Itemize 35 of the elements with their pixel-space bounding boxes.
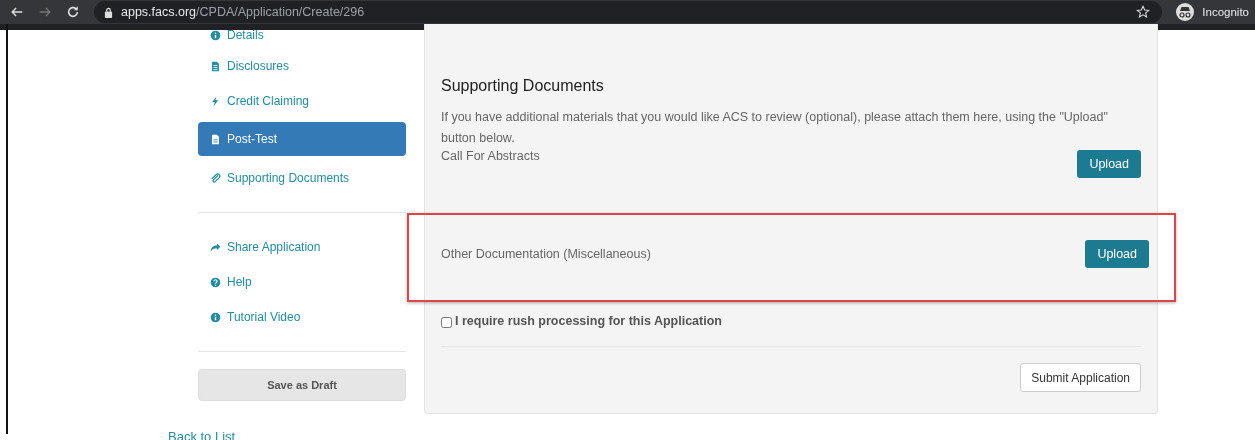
document-icon bbox=[210, 60, 221, 72]
sidebar-item[interactable]: Post-Test bbox=[198, 122, 406, 156]
upload-button[interactable]: Upload bbox=[1077, 150, 1141, 178]
help-icon bbox=[210, 276, 221, 288]
reload-icon[interactable] bbox=[66, 5, 80, 19]
address-bar[interactable]: apps.facs.org/CPDA/Application/Create/296 bbox=[94, 1, 1163, 23]
save-draft-button[interactable]: Save as Draft bbox=[198, 369, 406, 401]
document-label: Other Documentation (Miscellaneous) bbox=[441, 247, 651, 261]
incognito-icon[interactable] bbox=[1176, 3, 1195, 21]
sidebar-item[interactable]: Credit Claiming bbox=[198, 84, 406, 118]
paperclip-icon bbox=[210, 172, 221, 184]
sidebar-item[interactable]: Details bbox=[198, 24, 406, 48]
star-icon[interactable] bbox=[1136, 5, 1151, 19]
sidebar-item[interactable]: Supporting Documents bbox=[198, 161, 406, 195]
bolt-icon bbox=[210, 95, 221, 107]
sidebar-item[interactable]: Disclosures bbox=[198, 49, 406, 83]
share-icon bbox=[210, 241, 221, 253]
profile-label[interactable]: Incognito bbox=[1202, 6, 1249, 18]
info-icon bbox=[210, 311, 221, 323]
back-icon[interactable] bbox=[10, 5, 24, 19]
forward-icon[interactable] bbox=[38, 5, 52, 19]
rush-checkbox[interactable] bbox=[441, 316, 452, 328]
document-label: Call For Abstracts bbox=[441, 149, 540, 163]
url-text: apps.facs.org/CPDA/Application/Create/296 bbox=[121, 5, 366, 19]
lock-icon bbox=[104, 6, 113, 18]
sidebar-link[interactable]: Share Application bbox=[198, 230, 406, 264]
submit-button[interactable]: Submit Application bbox=[1020, 363, 1141, 392]
file-icon bbox=[210, 133, 221, 145]
section-description: If you have additional materials that you would like ACS to review (optional), please attach them here, using the "Upload" button below. bbox=[441, 109, 1109, 147]
section-title: Supporting Documents bbox=[441, 77, 605, 95]
rush-label: I require rush processing for this Application bbox=[455, 314, 722, 328]
info-icon bbox=[210, 29, 221, 41]
sidebar-link[interactable]: Tutorial Video bbox=[198, 300, 406, 334]
upload-button[interactable]: Upload bbox=[1085, 240, 1149, 268]
sidebar-link[interactable]: Help bbox=[198, 265, 406, 299]
